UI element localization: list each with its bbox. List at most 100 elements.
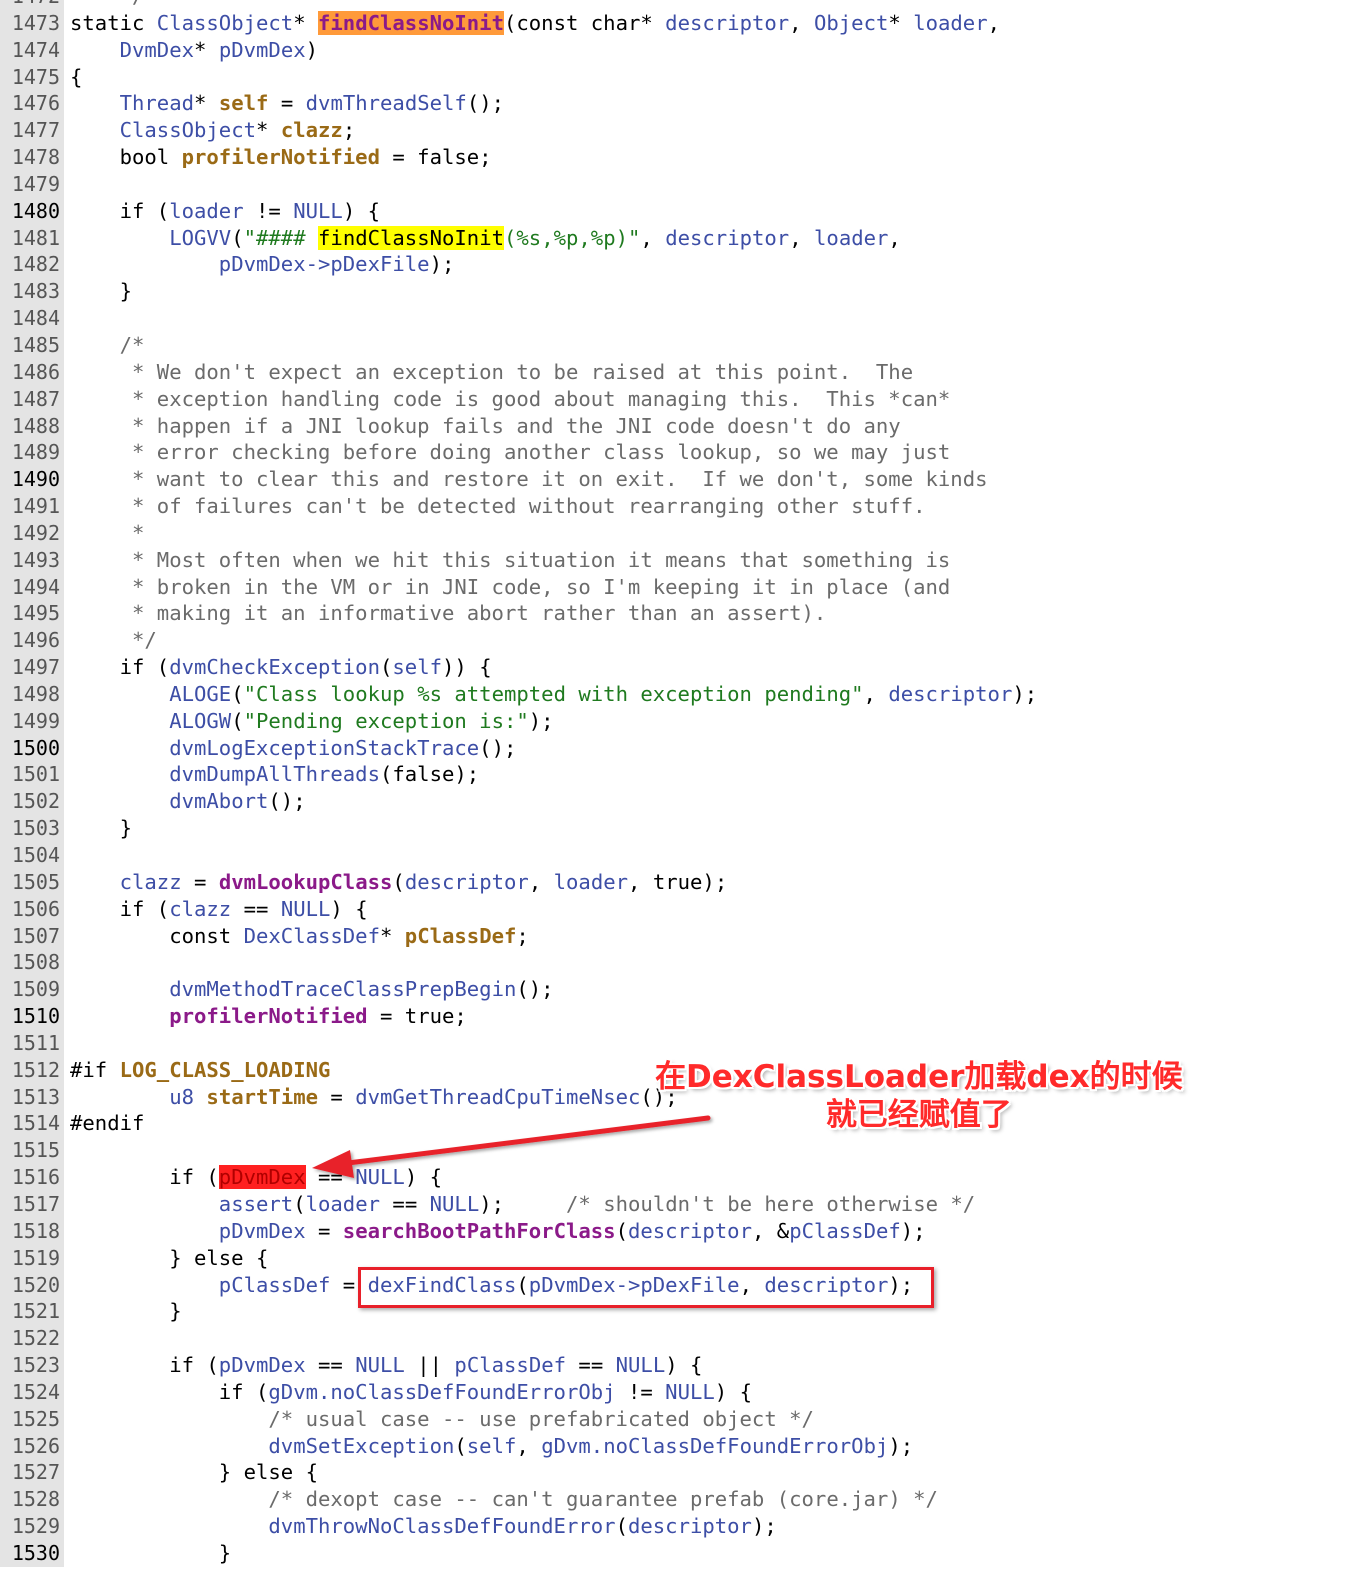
code-line: 1474 DvmDex* pDvmDex) — [0, 36, 1347, 64]
code-token: clazz — [169, 896, 232, 921]
code-line: 1481 LOGVV("#### findClassNoInit(%s,%p,%… — [0, 224, 1347, 252]
code-token: } — [70, 279, 132, 304]
code-token: ( — [392, 869, 405, 894]
code-token: { — [70, 64, 83, 89]
line-number: 1518 — [0, 1217, 64, 1245]
code-line: 1510 profilerNotified = true; — [0, 1003, 1347, 1030]
code-token: ( — [615, 1514, 628, 1539]
line-number: 1489 — [0, 439, 64, 467]
code-token: if — [70, 896, 157, 921]
code-token: const — [70, 923, 244, 948]
code-token: static — [70, 10, 157, 35]
code-token: ( — [206, 1353, 219, 1378]
line-number: 1492 — [0, 519, 64, 547]
line-number: 1479 — [0, 170, 64, 198]
code-text: /* usual case -- use prefabricated objec… — [70, 1406, 814, 1433]
code-text: clazz = dvmLookupClass(descriptor, loade… — [70, 869, 728, 896]
code-token: ( — [231, 708, 244, 733]
code-text: if (pDvmDex == NULL) { — [70, 1164, 442, 1191]
code-token: pDvmDex->pDexFile — [218, 252, 430, 277]
code-text: { — [70, 64, 82, 91]
code-token: ( — [156, 896, 170, 921]
code-text: } — [70, 815, 132, 842]
code-text: * happen if a JNI lookup fails and the J… — [70, 413, 901, 440]
code-text: if (clazz == NULL) { — [70, 896, 368, 923]
annotation-text: 在DexClassLoader加载dex的时候 就已经赋值了 — [655, 1058, 1183, 1134]
code-line: 1477 ClassObject* clazz; — [0, 117, 1347, 145]
code-token: NULL — [355, 1165, 405, 1190]
line-number: 1501 — [0, 761, 64, 789]
code-token: DvmDex — [119, 37, 195, 62]
code-token: = — [268, 91, 306, 116]
code-token: NULL — [280, 896, 331, 921]
code-token: != — [615, 1379, 666, 1404]
code-line: 1503 } — [0, 815, 1347, 842]
code-token: pClassDef — [454, 1353, 567, 1378]
code-line: 1489 * error checking before doing anoth… — [0, 439, 1347, 467]
line-number: 1496 — [0, 627, 64, 655]
code-line: 1494 * broken in the VM or in JNI code, … — [0, 573, 1347, 601]
line-number: 1505 — [0, 868, 64, 896]
line-number: 1493 — [0, 546, 64, 574]
code-text: if (dvmCheckException(self)) { — [70, 654, 492, 681]
code-token: = true; — [367, 1004, 467, 1029]
line-number: 1523 — [0, 1352, 64, 1379]
line-number: 1474 — [0, 36, 64, 64]
code-token: gDvm.noClassDefFoundErrorObj — [541, 1433, 889, 1458]
code-token: = false; — [379, 145, 492, 170]
code-token: ); — [751, 1514, 777, 1539]
code-line: 1504 — [0, 842, 1347, 869]
line-number: 1491 — [0, 493, 64, 520]
code-line: 1492 * — [0, 519, 1347, 547]
code-line: 1508 — [0, 949, 1347, 977]
code-token: dvmAbort — [169, 789, 269, 814]
annotation-line-1: 在DexClassLoader加载dex的时候 — [655, 1059, 1183, 1095]
code-text: * error checking before doing another cl… — [70, 439, 950, 466]
code-token: self — [218, 91, 269, 116]
code-token: ) { — [665, 1353, 703, 1378]
code-token: , & — [751, 1218, 790, 1243]
code-token: DexClassDef — [243, 923, 380, 948]
code-token: gDvm.noClassDefFoundErrorObj — [268, 1379, 616, 1404]
code-text: * — [70, 520, 144, 547]
code-token: */ — [70, 628, 157, 653]
line-number: 1521 — [0, 1298, 64, 1326]
code-line: 1505 clazz = dvmLookupClass(descriptor, … — [0, 868, 1347, 896]
code-token: descriptor — [627, 1218, 752, 1243]
line-number: 1486 — [0, 358, 64, 386]
line-number: 1498 — [0, 680, 64, 708]
code-token: searchBootPathForClass — [342, 1218, 616, 1243]
code-token: */ — [70, 0, 145, 8]
code-line: 1475{ — [0, 63, 1347, 91]
code-line: 1486 * We don't expect an exception to b… — [0, 358, 1347, 386]
code-token: != — [243, 198, 294, 223]
code-token: NULL — [615, 1353, 666, 1378]
code-line: 1473 static ClassObject* findClassNoInit(… — [0, 9, 1347, 37]
code-token: (); — [516, 977, 554, 1002]
code-line: 1525 /* usual case -- use prefabricated … — [0, 1405, 1347, 1433]
code-token: == — [566, 1353, 616, 1378]
line-number: 1500 — [0, 734, 64, 762]
line-number: 1509 — [0, 976, 64, 1004]
line-number: 1481 — [0, 224, 64, 252]
code-token: = — [318, 1084, 356, 1109]
code-token: (); — [466, 91, 505, 116]
code-text: dvmLogExceptionStackTrace(); — [70, 735, 516, 762]
code-token: ClassObject — [156, 10, 294, 35]
code-line: 1480 if (loader != NULL) { — [0, 197, 1347, 225]
code-line: 1490 * want to clear this and restore it… — [0, 466, 1347, 494]
line-number: 1490 — [0, 466, 64, 494]
line-number: 1476 — [0, 90, 64, 118]
code-token: (); — [268, 789, 306, 814]
code-token: , — [789, 225, 815, 250]
line-number: 1477 — [0, 117, 64, 145]
code-token: == — [231, 896, 281, 921]
